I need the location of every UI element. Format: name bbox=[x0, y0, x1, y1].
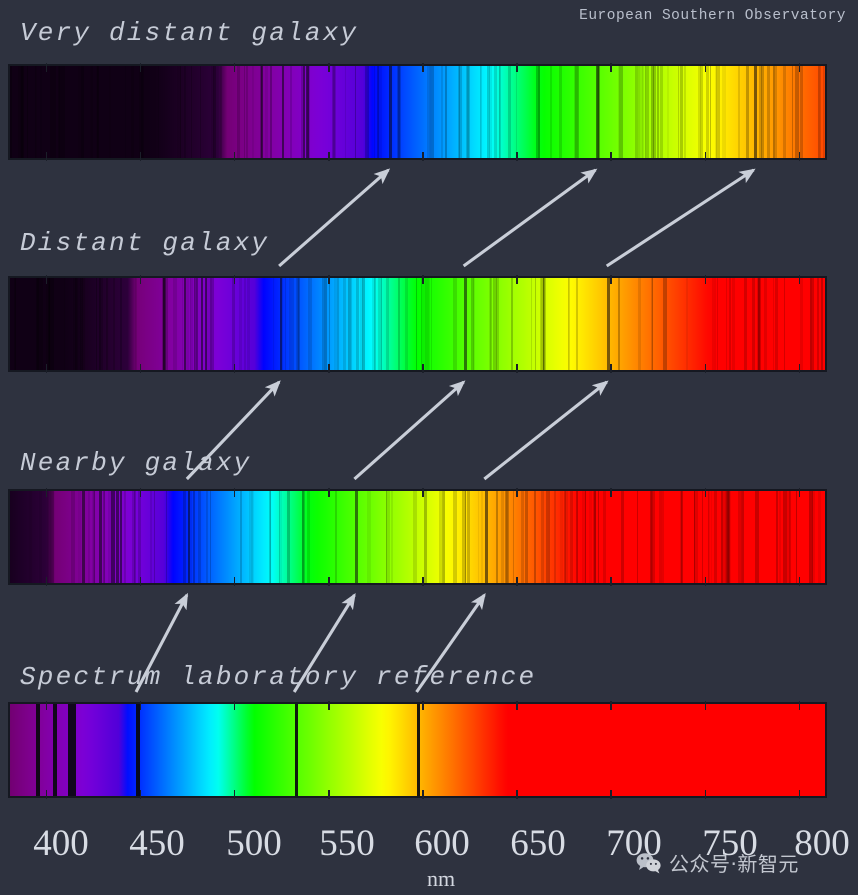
spectrum-band-very-distant-galaxy bbox=[8, 64, 827, 160]
watermark-text: 公众号·新智元 bbox=[669, 852, 799, 876]
panel-label-spectrum-laboratory-reference: Spectrum laboratory reference bbox=[20, 662, 537, 692]
spectrum-band-distant-galaxy bbox=[8, 276, 827, 372]
axis-tick-800: 800 bbox=[794, 823, 850, 864]
spectrum-band-nearby-galaxy bbox=[8, 489, 827, 585]
panel-label-distant-galaxy: Distant galaxy bbox=[20, 228, 270, 258]
wechat-icon bbox=[636, 852, 661, 873]
panel-label-nearby-galaxy: Nearby galaxy bbox=[20, 448, 252, 478]
axis-tick-500: 500 bbox=[226, 823, 282, 864]
redshift-arrow bbox=[353, 380, 466, 481]
panel-label-very-distant-galaxy: Very distant galaxy bbox=[20, 18, 359, 48]
redshift-arrow bbox=[605, 168, 756, 268]
redshift-arrow bbox=[278, 168, 391, 268]
redshift-arrow bbox=[483, 380, 609, 481]
absorption-lines bbox=[10, 491, 825, 583]
watermark: 公众号·新智元 bbox=[636, 848, 799, 877]
axis-unit-label: nm bbox=[426, 866, 456, 891]
absorption-lines bbox=[10, 278, 825, 370]
axis-tick-550: 550 bbox=[319, 823, 375, 864]
redshift-arrow bbox=[462, 168, 598, 268]
axis-tick-600: 600 bbox=[414, 823, 470, 864]
absorption-lines bbox=[10, 66, 825, 158]
observatory-credit: European Southern Observatory bbox=[579, 8, 846, 24]
axis-tick-650: 650 bbox=[510, 823, 566, 864]
spectrum-band-laboratory-reference bbox=[8, 702, 827, 798]
absorption-lines bbox=[10, 704, 825, 796]
axis-tick-450: 450 bbox=[129, 823, 185, 864]
axis-tick-400: 400 bbox=[33, 823, 89, 864]
